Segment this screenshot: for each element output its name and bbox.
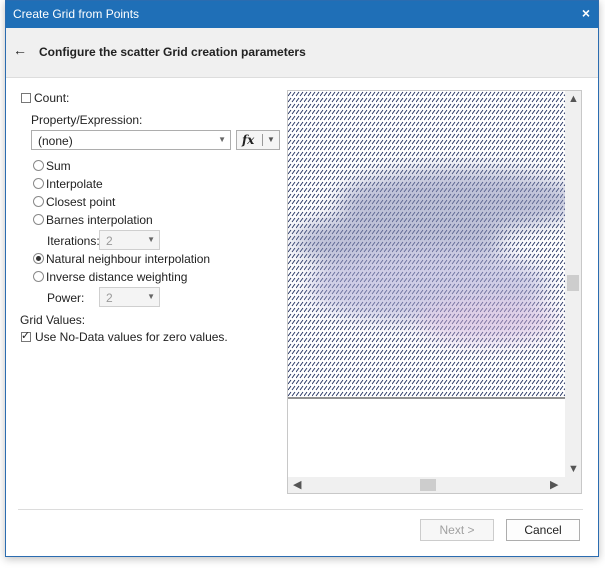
grid-preview: ▲ ▼ ◀ ▶ bbox=[287, 90, 582, 494]
scroll-right-icon[interactable]: ▶ bbox=[550, 478, 558, 491]
vertical-scrollbar[interactable]: ▲ ▼ bbox=[565, 91, 581, 477]
iterations-select[interactable]: 2 ▼ bbox=[99, 230, 160, 250]
nodata-label: Use No-Data values for zero values. bbox=[35, 330, 228, 344]
chevron-down-icon: ▼ bbox=[147, 235, 155, 244]
chevron-down-icon[interactable]: ▼ bbox=[267, 135, 275, 144]
radio-interpolate-label: Interpolate bbox=[46, 177, 103, 191]
radio-sum-label: Sum bbox=[46, 159, 71, 173]
count-label: Count: bbox=[34, 91, 70, 105]
back-arrow-icon[interactable]: ← bbox=[13, 42, 27, 58]
horizontal-scrollbar[interactable]: ◀ ▶ bbox=[288, 477, 581, 493]
chevron-down-icon: ▼ bbox=[147, 292, 155, 301]
scroll-down-icon[interactable]: ▼ bbox=[568, 463, 579, 475]
chevron-down-icon: ▼ bbox=[218, 135, 226, 144]
cancel-button[interactable]: Cancel bbox=[506, 519, 580, 541]
radio-natural-neighbour[interactable] bbox=[33, 253, 44, 264]
function-icon: fx bbox=[242, 133, 255, 147]
wizard-header: ← Configure the scatter Grid creation pa… bbox=[6, 28, 598, 78]
horizontal-scroll-thumb[interactable] bbox=[420, 479, 436, 491]
power-value: 2 bbox=[106, 291, 113, 305]
nodata-checkbox[interactable] bbox=[21, 329, 31, 342]
close-icon[interactable]: × bbox=[582, 5, 590, 21]
radio-barnes-label: Barnes interpolation bbox=[46, 213, 153, 227]
count-checkbox[interactable] bbox=[21, 93, 31, 103]
radio-natural-neighbour-label: Natural neighbour interpolation bbox=[46, 252, 211, 266]
expression-builder-button[interactable]: fx ▼ bbox=[236, 130, 280, 150]
next-button[interactable]: Next > bbox=[420, 519, 494, 541]
scroll-left-icon[interactable]: ◀ bbox=[293, 478, 301, 491]
radio-inverse-distance[interactable] bbox=[33, 271, 44, 282]
footer-divider bbox=[18, 509, 583, 510]
title-bar: Create Grid from Points × bbox=[6, 1, 598, 28]
radio-barnes-interpolation[interactable] bbox=[33, 214, 44, 225]
create-grid-dialog: Create Grid from Points × ← Configure th… bbox=[5, 0, 599, 557]
iterations-value: 2 bbox=[106, 234, 113, 248]
property-expression-value: (none) bbox=[38, 134, 73, 148]
preview-canvas bbox=[288, 91, 567, 399]
iterations-label: Iterations: bbox=[47, 234, 100, 248]
button-separator bbox=[262, 134, 263, 146]
radio-closest-point[interactable] bbox=[33, 196, 44, 207]
radio-closest-point-label: Closest point bbox=[46, 195, 116, 209]
radio-inverse-distance-label: Inverse distance weighting bbox=[46, 270, 188, 284]
power-label: Power: bbox=[47, 291, 85, 305]
vertical-scroll-thumb[interactable] bbox=[567, 275, 579, 291]
property-expression-select[interactable]: (none) ▼ bbox=[31, 130, 231, 150]
grid-values-label: Grid Values: bbox=[20, 313, 86, 327]
scroll-up-icon[interactable]: ▲ bbox=[568, 93, 579, 105]
radio-interpolate[interactable] bbox=[33, 178, 44, 189]
page-title: Configure the scatter Grid creation para… bbox=[39, 45, 306, 59]
radio-sum[interactable] bbox=[33, 160, 44, 171]
property-expression-label: Property/Expression: bbox=[31, 113, 143, 127]
power-select[interactable]: 2 ▼ bbox=[99, 287, 160, 307]
window-title: Create Grid from Points bbox=[13, 7, 140, 21]
